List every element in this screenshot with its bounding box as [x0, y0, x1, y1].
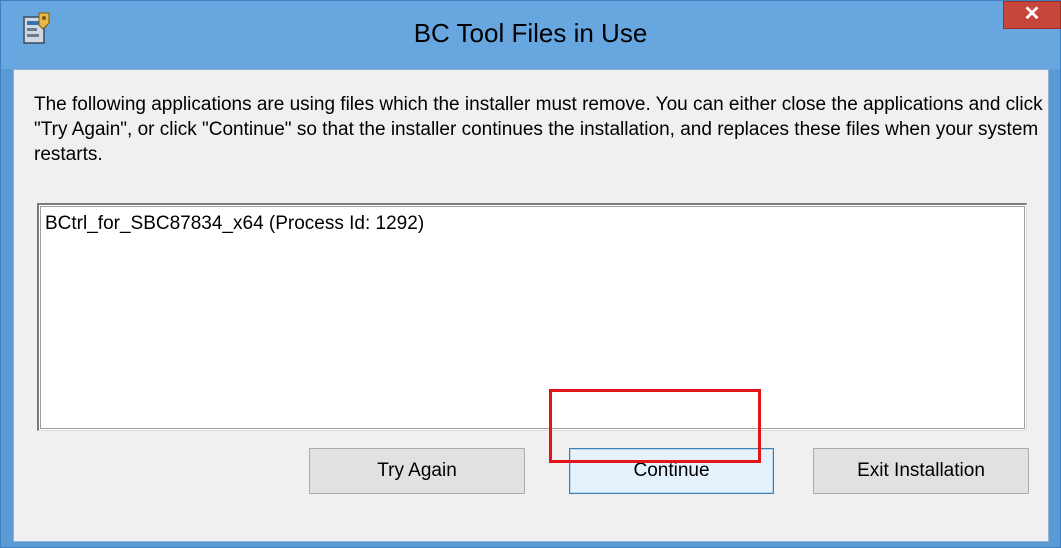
try-again-button[interactable]: Try Again [309, 448, 525, 494]
process-list-frame: BCtrl_for_SBC87834_x64 (Process Id: 1292… [40, 206, 1025, 429]
continue-button[interactable]: Continue [569, 448, 774, 494]
exit-installation-button[interactable]: Exit Installation [813, 448, 1029, 494]
list-item[interactable]: BCtrl_for_SBC87834_x64 (Process Id: 1292… [45, 212, 424, 236]
dialog-content: The following applications are using fil… [13, 69, 1049, 542]
process-list[interactable]: BCtrl_for_SBC87834_x64 (Process Id: 1292… [37, 203, 1027, 431]
title-bar[interactable]: BC Tool Files in Use ✕ [1, 1, 1061, 69]
message-text: The following applications are using fil… [34, 94, 1043, 165]
close-button[interactable]: ✕ [1003, 1, 1061, 29]
dialog-window: BC Tool Files in Use ✕ The following app… [0, 0, 1061, 548]
window-title: BC Tool Files in Use [413, 18, 648, 48]
close-icon: ✕ [1023, 3, 1041, 25]
